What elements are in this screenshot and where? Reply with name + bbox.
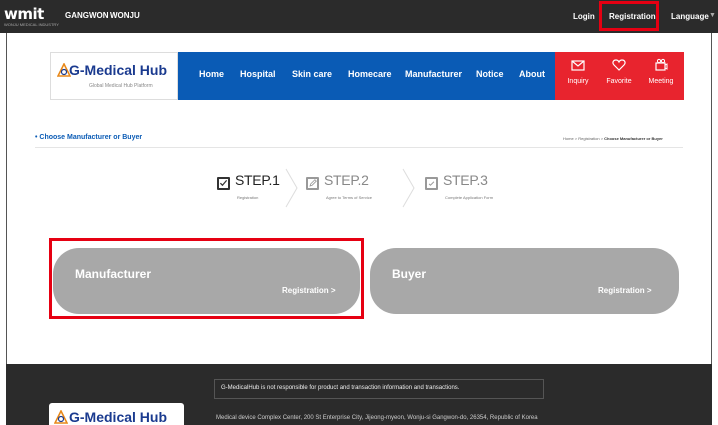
buyer-card-title: Buyer <box>392 267 427 281</box>
nav-hospital[interactable]: Hospital <box>240 69 276 79</box>
site-logo-text: G-Medical Hub <box>69 62 168 78</box>
quick-meeting-label: Meeting <box>648 78 674 85</box>
step-1-desc: Registration <box>237 195 259 200</box>
step-3-desc: Complete Application Form <box>445 195 494 200</box>
nav-home[interactable]: Home <box>199 69 224 79</box>
checkbox-checked-icon <box>217 177 230 190</box>
footer-address: Medical device Complex Center, 200 St En… <box>216 415 538 421</box>
quick-favorite[interactable]: Favorite <box>599 58 639 85</box>
wmit-logo-subtitle: WONJU MEDICAL INDUSTRY <box>4 22 59 27</box>
quick-favorite-label: Favorite <box>606 78 632 85</box>
step-1-title: STEP.1 <box>235 172 280 188</box>
chevron-down-icon: ▼ <box>709 12 716 19</box>
wmit-logo[interactable]: wmit <box>4 5 44 23</box>
video-icon <box>655 58 668 71</box>
step-chevron-icon <box>285 168 298 208</box>
region-gangwon: GANGWON <box>65 11 109 20</box>
main-nav: Home Hospital Skin care Homecare Manufac… <box>178 52 555 100</box>
login-link[interactable]: Login <box>573 12 595 21</box>
quick-meeting[interactable]: Meeting <box>641 58 681 85</box>
edit-icon <box>306 177 319 190</box>
footer-logo: G-Medical Hub <box>49 403 184 425</box>
buyer-card[interactable]: Buyer Registration > <box>370 248 679 314</box>
manufacturer-highlight <box>49 238 364 319</box>
site-logo[interactable]: G-Medical Hub Global Medical Hub Platfor… <box>50 52 178 100</box>
step-chevron-icon <box>402 168 415 208</box>
quick-menu: Inquiry Favorite Meeting <box>555 52 684 100</box>
buyer-registration-link[interactable]: Registration > <box>598 286 652 295</box>
envelope-icon <box>571 60 585 71</box>
nav-about[interactable]: About <box>519 69 545 79</box>
footer-logo-text: G-Medical Hub <box>69 409 168 425</box>
breadcrumb-current: Choose Manufacturer or Buyer <box>604 136 663 141</box>
nav-skin-care[interactable]: Skin care <box>292 69 332 79</box>
nav-homecare[interactable]: Homecare <box>348 69 392 79</box>
step-2-desc: Agree to Terms of Service <box>326 195 372 200</box>
step-2-title: STEP.2 <box>324 172 369 188</box>
title-divider <box>35 147 683 148</box>
breadcrumb: Home > Registration > Choose Manufacture… <box>563 136 663 141</box>
breadcrumb-registration[interactable]: Registration <box>578 136 599 141</box>
page-title-text: Choose Manufacturer or Buyer <box>39 134 143 141</box>
logo-mark-icon <box>54 410 68 424</box>
footer-disclaimer: G-MedicalHub is not responsible for prod… <box>214 379 544 399</box>
region-wonju: WONJU <box>110 11 140 20</box>
registration-highlight <box>599 1 659 31</box>
expand-check-icon <box>425 177 438 190</box>
site-logo-subtitle: Global Medical Hub Platform <box>89 83 153 89</box>
breadcrumb-home[interactable]: Home <box>563 136 574 141</box>
language-link[interactable]: Language <box>671 12 709 21</box>
heart-icon <box>612 59 626 71</box>
nav-notice[interactable]: Notice <box>476 69 504 79</box>
step-3-title: STEP.3 <box>443 172 488 188</box>
quick-inquiry[interactable]: Inquiry <box>558 58 598 85</box>
quick-inquiry-label: Inquiry <box>567 78 589 85</box>
page-title: • Choose Manufacturer or Buyer <box>35 134 143 141</box>
nav-manufacturer[interactable]: Manufacturer <box>405 69 462 79</box>
footer: G-Medical Hub G-MedicalHub is not respon… <box>6 364 712 425</box>
